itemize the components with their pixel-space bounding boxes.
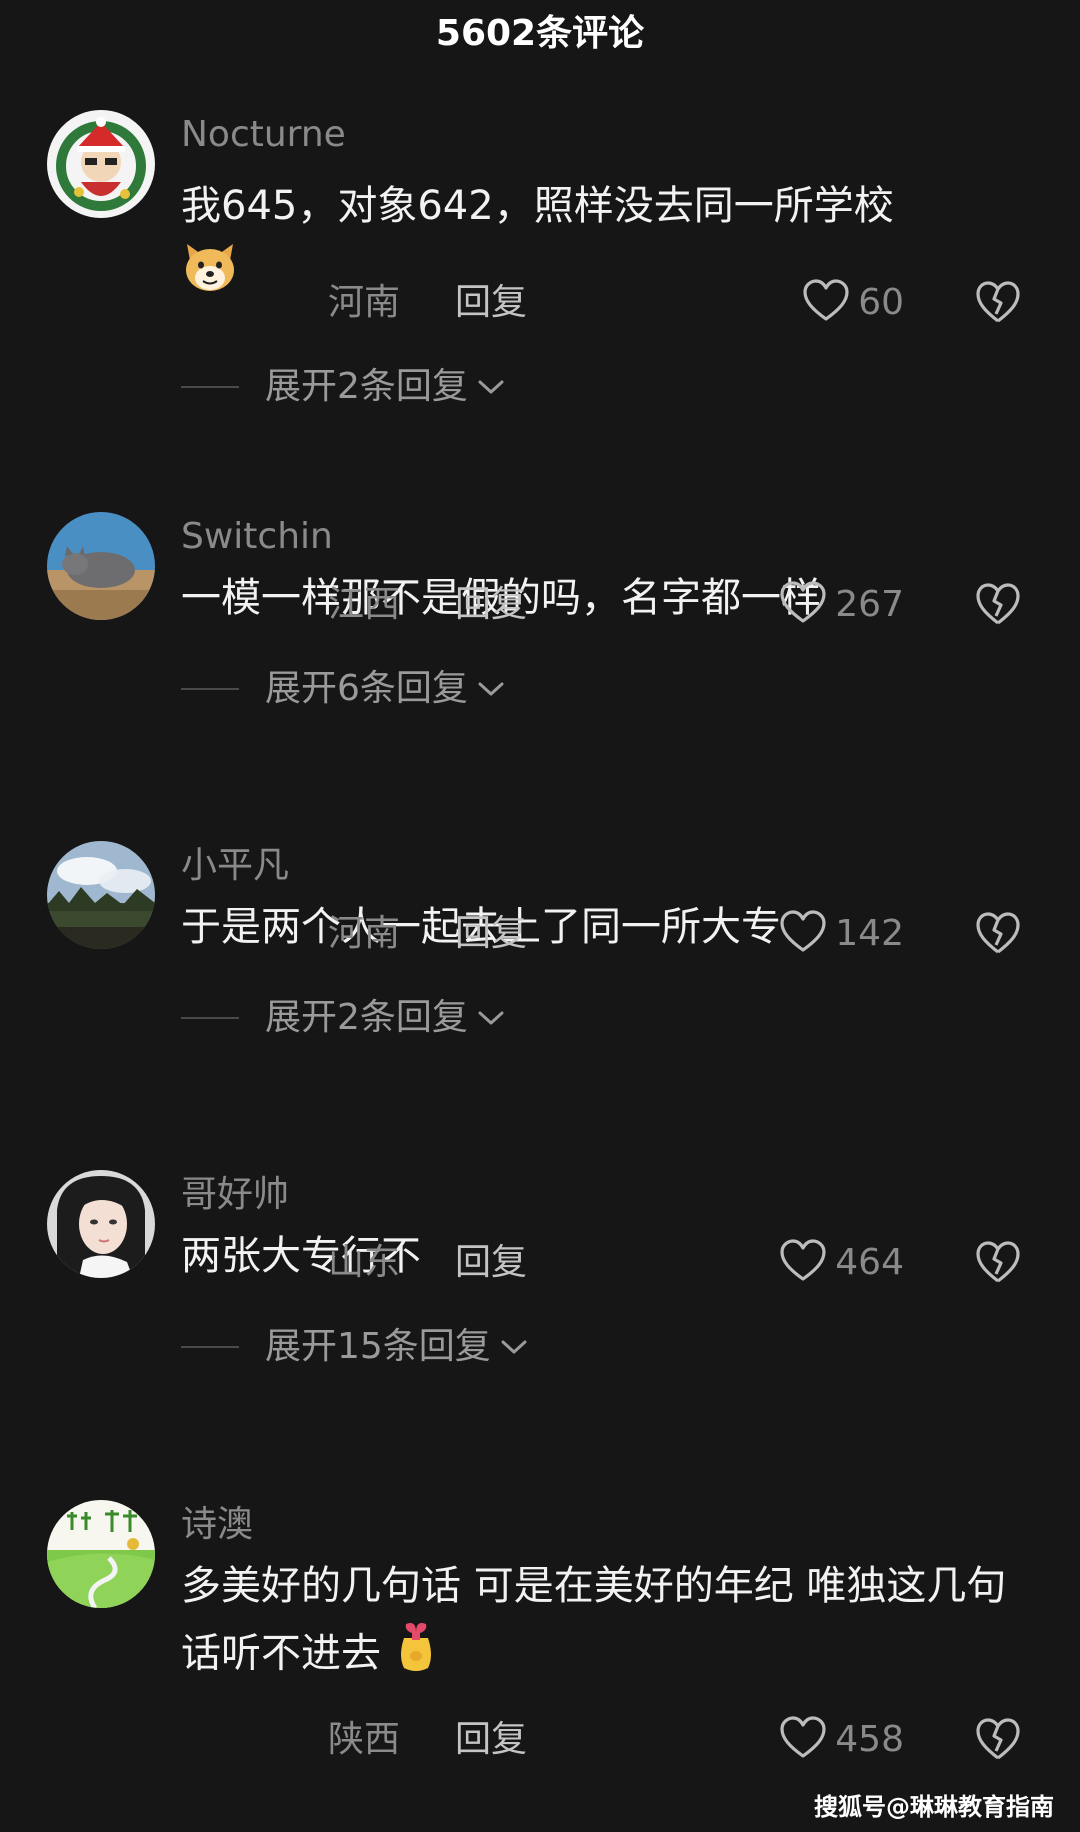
comment-item: Nocturne 我645，对象642，照样没去同一所学校 河南 回复 60 展… — [0, 110, 1080, 450]
like-button[interactable]: 458 — [779, 1715, 904, 1765]
comment-username[interactable]: 小平凡 — [181, 841, 289, 891]
comment-meta-row: 河南 回复 142 — [0, 909, 1080, 959]
expand-replies-label: 展开2条回复 — [265, 366, 468, 407]
heart-icon — [802, 279, 850, 327]
like-count: 60 — [858, 282, 904, 323]
reply-button[interactable]: 回复 — [455, 580, 527, 630]
chevron-down-icon — [476, 679, 506, 703]
gift-bag-emoji-icon — [394, 1618, 438, 1693]
expand-divider — [181, 386, 239, 388]
watermark: 搜狐号@琳琳教育指南 — [814, 1793, 1054, 1821]
comment-item: 诗澳 多美好的几句话 可是在美好的年纪 唯独这几句话听不进去 陕西 回复 458 — [0, 1500, 1080, 1790]
expand-divider — [181, 1346, 239, 1348]
reply-button[interactable]: 回复 — [455, 278, 527, 328]
comment-text-content: 多美好的几句话 可是在美好的年纪 唯独这几句话听不进去 — [181, 1563, 1007, 1677]
avatar[interactable] — [47, 1500, 155, 1608]
expand-replies-button[interactable]: 展开15条回复 — [181, 1322, 529, 1372]
expand-divider — [181, 1017, 239, 1019]
like-count: 458 — [835, 1719, 904, 1760]
comment-item: 小平凡 于是两个人一起去上了同一所大专 河南 回复 142 展开2条回复 — [0, 841, 1080, 1121]
expand-replies-label: 展开15条回复 — [265, 1326, 491, 1367]
expand-replies-button[interactable]: 展开6条回复 — [181, 664, 506, 714]
heart-icon — [779, 1716, 827, 1764]
expand-replies-button[interactable]: 展开2条回复 — [181, 362, 506, 412]
like-count: 142 — [835, 913, 904, 954]
expand-replies-label: 展开2条回复 — [265, 997, 468, 1038]
like-count: 464 — [835, 1242, 904, 1283]
comment-item: Switchin 一模一样那不是假的吗，名字都一样 江西 回复 267 展开6条… — [0, 512, 1080, 792]
chevron-down-icon — [476, 377, 506, 401]
comment-username[interactable]: Switchin — [181, 512, 333, 562]
chevron-down-icon — [476, 1008, 506, 1032]
expand-replies-button[interactable]: 展开2条回复 — [181, 993, 506, 1043]
broken-heart-icon[interactable] — [975, 281, 1021, 325]
like-button[interactable]: 60 — [802, 278, 904, 328]
comment-location: 河南 — [328, 282, 401, 323]
reply-button[interactable]: 回复 — [455, 909, 527, 959]
expand-replies-label: 展开6条回复 — [265, 668, 468, 709]
comment-location: 陕西 — [328, 1719, 401, 1760]
comment-location: 江西 — [328, 584, 401, 625]
comment-username[interactable]: Nocturne — [181, 110, 346, 160]
comment-location: 河南 — [328, 913, 401, 954]
comment-meta-row: 江西 回复 267 — [0, 580, 1080, 630]
comments-count-title: 5602条评论 — [435, 13, 645, 54]
comment-item: 哥好帅 两张大专行不 山东 回复 464 展开15条回复 — [0, 1170, 1080, 1450]
avatar[interactable] — [47, 110, 155, 218]
broken-heart-icon[interactable] — [975, 1718, 1021, 1762]
heart-icon — [779, 1239, 827, 1287]
comment-meta-row: 陕西 回复 458 — [0, 1715, 1080, 1765]
heart-icon — [779, 910, 827, 958]
broken-heart-icon[interactable] — [975, 583, 1021, 627]
comment-text-content: 我645，对象642，照样没去同一所学校 — [181, 183, 894, 229]
comment-meta-row: 山东 回复 464 — [0, 1238, 1080, 1288]
comment-text: 多美好的几句话 可是在美好的年纪 唯独这几句话听不进去 — [181, 1554, 1041, 1693]
comment-username[interactable]: 哥好帅 — [181, 1170, 289, 1220]
broken-heart-icon[interactable] — [975, 1241, 1021, 1285]
heart-icon — [779, 581, 827, 629]
broken-heart-icon[interactable] — [975, 912, 1021, 956]
comment-username[interactable]: 诗澳 — [181, 1500, 253, 1550]
chevron-down-icon — [499, 1337, 529, 1361]
like-count: 267 — [835, 584, 904, 625]
like-button[interactable]: 142 — [779, 909, 904, 959]
like-button[interactable]: 267 — [779, 580, 904, 630]
reply-button[interactable]: 回复 — [455, 1715, 527, 1765]
like-button[interactable]: 464 — [779, 1238, 904, 1288]
comment-location: 山东 — [328, 1242, 401, 1283]
reply-button[interactable]: 回复 — [455, 1238, 527, 1288]
expand-divider — [181, 688, 239, 690]
comment-meta-row: 河南 回复 60 — [0, 278, 1080, 328]
